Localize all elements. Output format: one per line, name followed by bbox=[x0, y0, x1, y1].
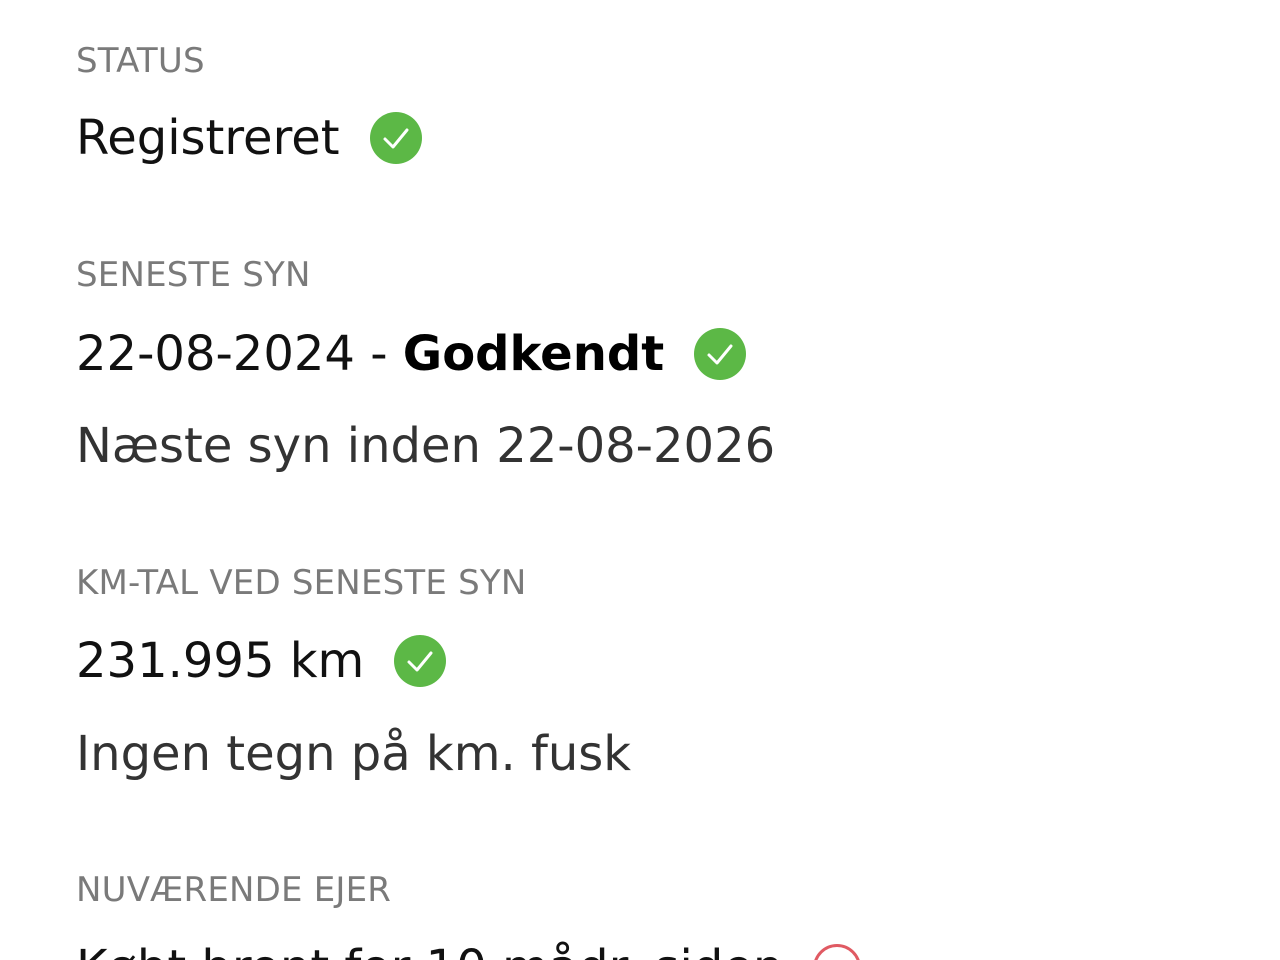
inspection-date: 22-08-2024 bbox=[76, 326, 355, 382]
owner-row: Købt bront for 10 mådr. siden bbox=[76, 940, 862, 960]
check-circle-icon bbox=[369, 112, 422, 164]
check-circle-icon bbox=[394, 635, 447, 687]
status-label: STATUS bbox=[76, 41, 205, 81]
owner-value: Købt bront for 10 mådr. siden bbox=[76, 940, 783, 960]
next-inspection-text: Næste syn inden 22-08-2026 bbox=[76, 418, 776, 474]
check-circle-icon bbox=[694, 328, 747, 380]
status-value: Registreret bbox=[76, 110, 340, 166]
owner-label: NUVÆRENDE EJER bbox=[76, 870, 392, 910]
inspection-separator: - bbox=[354, 326, 403, 382]
odometer-fraud-note: Ingen tegn på km. fusk bbox=[76, 726, 632, 782]
mileage-label: KM-TAL VED SENESTE SYN bbox=[76, 563, 527, 603]
inspection-result: Godkendt bbox=[402, 326, 665, 382]
mileage-value: 231.995 km bbox=[76, 633, 365, 689]
inspection-row: 22-08-2024 - Godkendt bbox=[76, 326, 747, 382]
warning-circle-icon bbox=[813, 944, 862, 960]
inspection-label: SENESTE SYN bbox=[76, 255, 311, 295]
mileage-row: 231.995 km bbox=[76, 633, 447, 689]
status-row: Registreret bbox=[76, 110, 422, 166]
